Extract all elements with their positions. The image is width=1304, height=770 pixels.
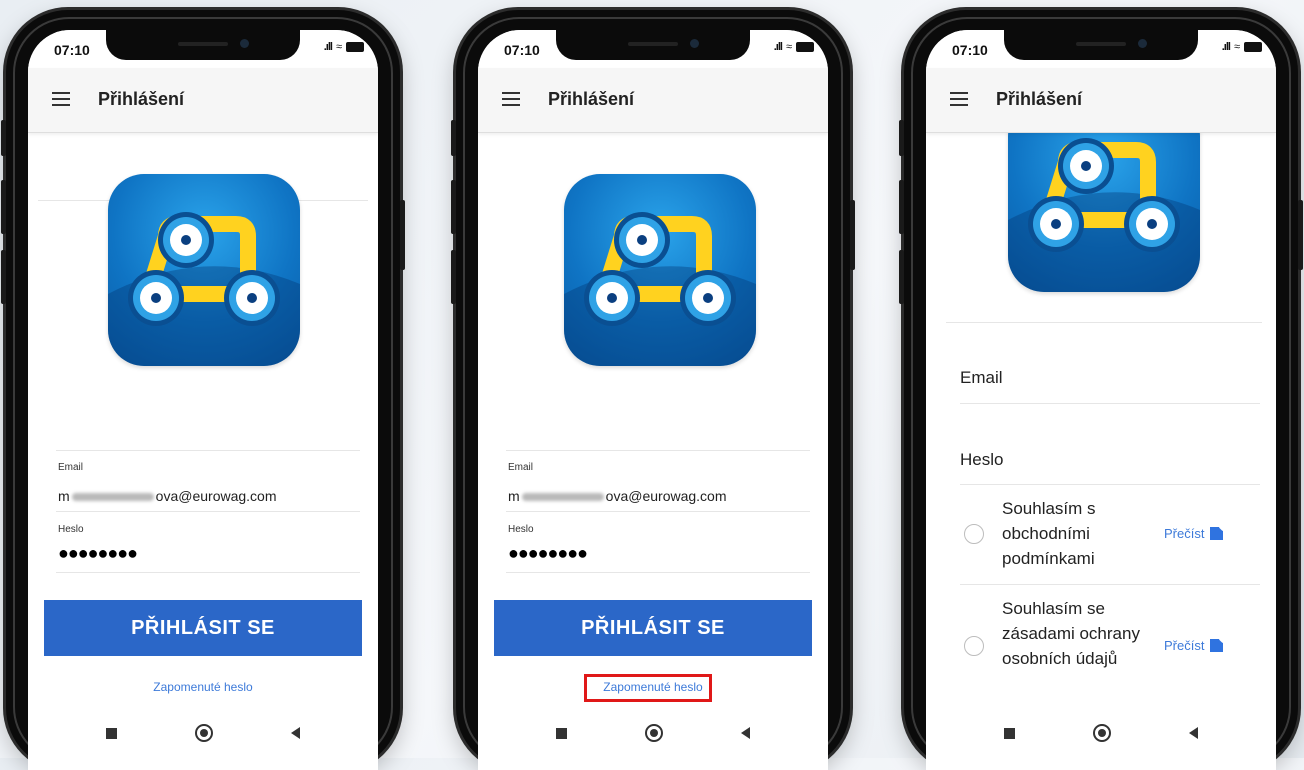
password-label: Heslo	[58, 524, 84, 535]
page-title: Přihlášení	[996, 89, 1083, 109]
status-time: 07:10	[54, 42, 90, 58]
app-logo	[108, 174, 300, 366]
signal-icon: .ıll	[323, 41, 333, 53]
nav-back-icon[interactable]	[741, 727, 750, 739]
app-bar: Přihlášení	[28, 68, 378, 133]
redaction-blur	[521, 493, 604, 502]
edit-icon	[1210, 527, 1224, 540]
nav-recents-icon[interactable]	[556, 727, 567, 739]
nav-recents-icon[interactable]	[106, 727, 117, 739]
power-button	[400, 200, 405, 270]
divider	[960, 484, 1260, 485]
battery-icon	[796, 42, 814, 52]
highlight-box	[584, 674, 712, 702]
nav-back-icon[interactable]	[291, 727, 300, 739]
password-field[interactable]: ●●●●●●●●	[58, 543, 138, 564]
nav-bar	[926, 708, 1276, 758]
volume-button	[1, 180, 6, 234]
email-label: Email	[508, 462, 534, 473]
read-link-label: Přečíst	[1164, 526, 1205, 541]
divider	[56, 511, 360, 512]
terms-consent-radio[interactable]	[964, 524, 984, 544]
notch	[1004, 30, 1198, 60]
screen-3: 07:10 .ıll ≈ Přihlášení Email Heslo Souh…	[926, 30, 1276, 770]
nav-bar	[478, 708, 828, 758]
status-time: 07:10	[504, 42, 540, 58]
volume-button	[899, 120, 904, 156]
divider	[506, 572, 810, 573]
divider	[56, 450, 360, 451]
email-value-end: ova@eurowag.com	[605, 488, 727, 504]
menu-icon[interactable]	[502, 92, 520, 106]
volume-button	[1, 120, 6, 156]
status-icons: .ıll ≈	[1222, 41, 1262, 53]
power-button	[850, 200, 855, 270]
login-button[interactable]: PŘIHLÁSIT SE	[494, 600, 812, 656]
volume-button	[451, 180, 456, 234]
battery-icon	[346, 42, 364, 52]
email-value-start: m	[508, 488, 520, 504]
volume-button	[451, 120, 456, 156]
privacy-consent-radio[interactable]	[964, 636, 984, 656]
forgot-password-link[interactable]: Zapomenuté heslo	[28, 680, 378, 694]
notch	[556, 30, 750, 60]
notch	[106, 30, 300, 60]
phone-frame-2: 07:10 .ıll ≈ Přihlášení Email mova@euro	[451, 10, 855, 770]
wifi-icon: ≈	[335, 41, 342, 53]
edit-icon	[1210, 639, 1224, 652]
status-icons: .ıll ≈	[774, 41, 814, 53]
status-time: 07:10	[952, 42, 988, 58]
login-button[interactable]: PŘIHLÁSIT SE	[44, 600, 362, 656]
screen-1: 07:10 .ıll ≈ Přihlášení Email m ova@euro…	[28, 30, 378, 770]
status-icons: .ıll ≈	[324, 41, 364, 53]
nav-home-icon[interactable]	[195, 724, 213, 742]
app-bar: Přihlášení	[926, 68, 1276, 133]
nav-home-icon[interactable]	[1093, 724, 1111, 742]
privacy-consent-text: Souhlasím se zásadami ochrany osobních ú…	[1002, 599, 1140, 668]
privacy-read-link[interactable]: Přečíst	[1164, 638, 1224, 653]
wifi-icon: ≈	[785, 41, 792, 53]
email-field[interactable]: Email	[960, 368, 1003, 388]
screen-2: 07:10 .ıll ≈ Přihlášení Email mova@euro	[478, 30, 828, 770]
phone-frame-3: 07:10 .ıll ≈ Přihlášení Email Heslo Souh…	[899, 10, 1303, 770]
nav-home-icon[interactable]	[645, 724, 663, 742]
divider	[506, 511, 810, 512]
wifi-icon: ≈	[1233, 41, 1240, 53]
page-title: Přihlášení	[548, 89, 635, 109]
page-title: Přihlášení	[98, 89, 185, 109]
power-button	[1298, 200, 1303, 270]
redaction-blur	[71, 493, 154, 502]
password-field[interactable]: ●●●●●●●●	[508, 543, 588, 564]
nav-bar	[28, 708, 378, 758]
phone-frame-1: 07:10 .ıll ≈ Přihlášení Email m ova@euro…	[1, 10, 405, 770]
email-value-start: m	[58, 488, 70, 504]
volume-button	[899, 180, 904, 234]
volume-button	[899, 250, 904, 304]
terms-read-link[interactable]: Přečíst	[1164, 526, 1224, 541]
email-label: Email	[58, 462, 84, 473]
password-field[interactable]: Heslo	[960, 450, 1003, 470]
divider	[946, 322, 1262, 323]
volume-button	[1, 250, 6, 304]
email-field[interactable]: m ova@eurowag.com	[58, 488, 277, 504]
menu-icon[interactable]	[52, 92, 70, 106]
terms-consent-text: Souhlasím s obchodními podmínkami	[1002, 499, 1096, 568]
battery-icon	[1244, 42, 1262, 52]
divider	[960, 584, 1260, 585]
read-link-label: Přečíst	[1164, 638, 1205, 653]
email-field[interactable]: m ova@eurowag.com	[508, 488, 727, 504]
email-value-end: ova@eurowag.com	[155, 488, 277, 504]
divider	[56, 572, 360, 573]
password-label: Heslo	[508, 524, 534, 535]
divider	[506, 450, 810, 451]
app-logo	[564, 174, 756, 366]
nav-recents-icon[interactable]	[1004, 727, 1015, 739]
nav-back-icon[interactable]	[1189, 727, 1198, 739]
menu-icon[interactable]	[950, 92, 968, 106]
signal-icon: .ıll	[773, 41, 783, 53]
volume-button	[451, 250, 456, 304]
app-bar: Přihlášení	[478, 68, 828, 133]
signal-icon: .ıll	[1221, 41, 1231, 53]
divider	[960, 403, 1260, 404]
